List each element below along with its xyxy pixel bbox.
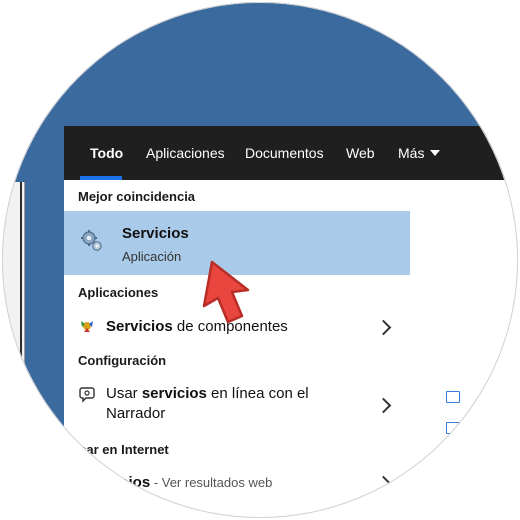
tab-documentos[interactable]: Documentos	[245, 126, 324, 180]
chevron-right-icon	[375, 397, 392, 414]
search-tabbar: Todo Aplicaciones Documentos Web Más	[64, 126, 518, 180]
narrator-icon	[78, 386, 96, 409]
search-panel: Todo Aplicaciones Documentos Web Más Mej…	[64, 126, 518, 518]
open-external-icon[interactable]	[446, 391, 460, 403]
tab-web[interactable]: Web	[346, 126, 375, 180]
chevron-right-icon	[375, 475, 392, 492]
app-result-label-bold: Servicios	[106, 318, 173, 335]
magnifier-lens: Todo Aplicaciones Documentos Web Más Mej…	[2, 2, 518, 518]
settings-result-line1-post: en línea con el	[206, 385, 309, 402]
web-result-label-rest: - Ver resultados web	[150, 475, 273, 490]
app-result-label-rest: de componentes	[172, 318, 288, 335]
tab-mas[interactable]: Más	[398, 126, 441, 180]
settings-result-line2: Narrador	[106, 405, 166, 422]
section-settings: Configuración	[78, 353, 167, 368]
web-result[interactable]: icios - Ver resultados web	[64, 470, 410, 498]
section-apps: Aplicaciones	[78, 285, 159, 300]
settings-result-line1-bold: servicios	[141, 385, 207, 402]
tab-mas-label: Más	[398, 145, 425, 161]
section-best-match: Mejor coincidencia	[78, 189, 196, 204]
best-match-title: Servicios	[122, 225, 189, 242]
services-gear-icon	[80, 229, 104, 253]
chevron-right-icon	[375, 319, 392, 336]
app-result-label: Servicios de componentes	[106, 318, 288, 335]
best-match-result[interactable]: Servicios Aplicación	[64, 211, 410, 275]
web-result-label-bold: icios	[116, 474, 151, 491]
component-services-icon	[78, 317, 96, 340]
web-result-label: icios - Ver resultados web	[116, 474, 272, 491]
settings-result-line1-pre: Usar	[106, 385, 142, 402]
chevron-down-icon	[430, 150, 441, 156]
settings-result-narrator-services[interactable]: Usar servicios en línea con el Narrador	[64, 380, 410, 430]
tab-todo[interactable]: Todo	[90, 126, 123, 180]
settings-result-label: Usar servicios en línea con el Narrador	[106, 384, 309, 424]
best-match-subtitle: Aplicación	[122, 249, 182, 264]
open-external-icon-2[interactable]	[446, 422, 460, 434]
section-web: uscar en Internet	[64, 442, 169, 457]
app-result-component-services[interactable]: Servicios de componentes	[64, 312, 410, 340]
screenshot-stage: Todo Aplicaciones Documentos Web Más Mej…	[0, 0, 520, 520]
background-window-edge	[20, 182, 22, 518]
active-tab-indicator	[80, 176, 122, 180]
tab-aplicaciones[interactable]: Aplicaciones	[146, 126, 225, 180]
